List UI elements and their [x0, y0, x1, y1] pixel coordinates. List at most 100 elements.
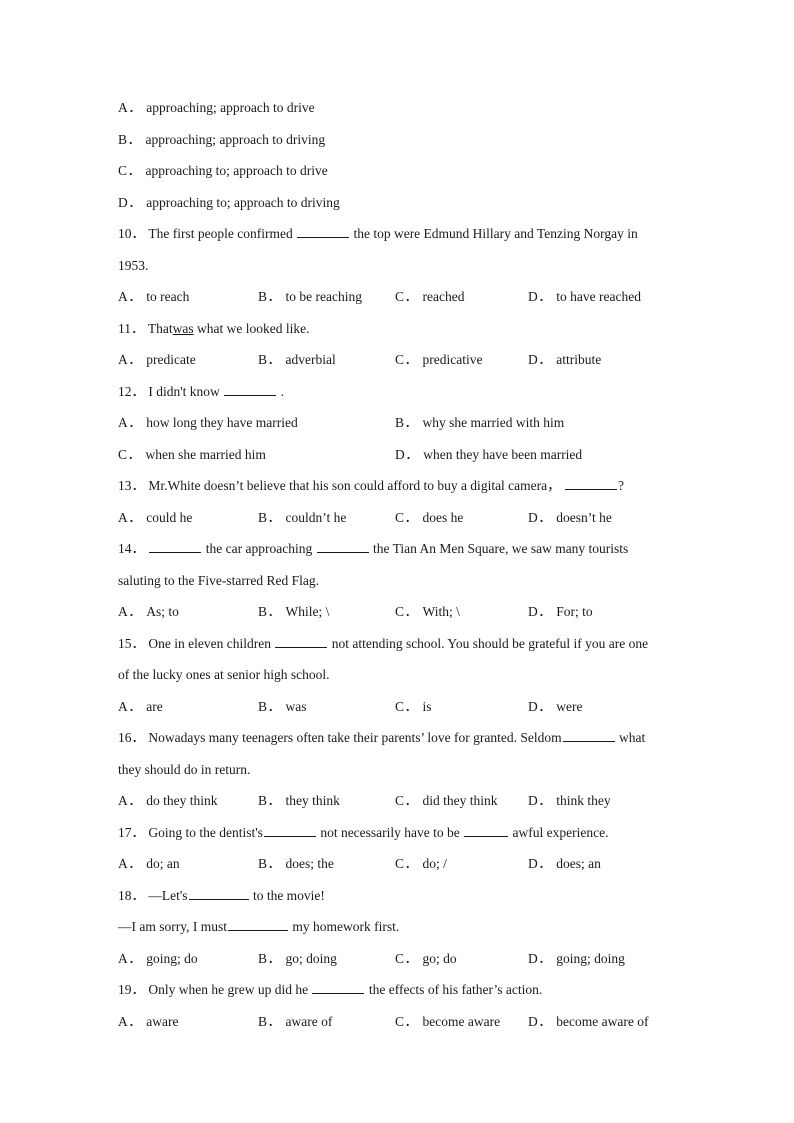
q17-option-b[interactable]: B． does; the: [258, 856, 395, 871]
q12-option-c-text: when she married him: [145, 446, 266, 462]
q14-option-d[interactable]: D． For; to: [528, 604, 593, 619]
q19-stem-before: Only when he grew up did he: [148, 982, 309, 997]
q15-option-d[interactable]: D． were: [528, 699, 582, 714]
q15-option-a[interactable]: A． are: [118, 699, 258, 714]
q18-option-a[interactable]: A． going; do: [118, 951, 258, 966]
q14-option-c[interactable]: C． With; \: [395, 604, 528, 619]
q13-stem-after: ?: [618, 478, 625, 493]
q19-option-c-marker: C．: [395, 1013, 419, 1029]
q13-blank-1[interactable]: [565, 478, 618, 490]
q11-option-c[interactable]: C． predicative: [395, 352, 528, 367]
q17-option-b-marker: B．: [258, 856, 282, 871]
q15-option-c[interactable]: C． is: [395, 699, 528, 714]
q10-option-c-text: reached: [422, 289, 465, 304]
q19-option-b[interactable]: B． aware of: [258, 1014, 395, 1029]
q16-option-b[interactable]: B． they think: [258, 793, 395, 808]
q14-option-a[interactable]: A． As; to: [118, 604, 258, 619]
q12-number: 12．: [118, 383, 145, 399]
q9-option-a[interactable]: A． approaching; approach to drive: [118, 100, 678, 115]
q19-options: A． aware B． aware of C． become aware D． become …: [118, 1014, 678, 1029]
q10-option-d[interactable]: D． to have reached: [528, 289, 641, 304]
q12-option-b-marker: B．: [395, 415, 419, 430]
q15-blank-1[interactable]: [275, 636, 328, 648]
q19-option-c[interactable]: C． become aware: [395, 1014, 528, 1029]
q17-option-d-marker: D．: [528, 856, 553, 871]
q15-stem-before: One in eleven children: [148, 635, 271, 651]
q12-option-d-marker: D．: [395, 446, 420, 462]
q18-blank-2[interactable]: [227, 919, 288, 931]
q16-option-a[interactable]: A． do they think: [118, 793, 258, 808]
q14-option-a-text: As; to: [146, 604, 179, 619]
q9-option-d-text: approaching to; approach to driving: [146, 194, 340, 210]
q13-option-c[interactable]: C． does he: [395, 510, 528, 525]
q18-stem-line2-after: my homework first.: [292, 919, 400, 934]
q13-option-d-marker: D．: [528, 509, 553, 525]
q16-stem-after: what: [618, 730, 646, 745]
q12-option-c[interactable]: C． when she married him: [118, 447, 395, 462]
q10-option-b[interactable]: B． to be reaching: [258, 289, 395, 304]
q14-blank-2[interactable]: [316, 541, 369, 553]
q13-option-d[interactable]: D． doesn’t he: [528, 510, 612, 525]
q16-number: 16．: [118, 730, 145, 745]
q12-stem: 12． I didn't know .: [118, 384, 678, 399]
q18-blank-1[interactable]: [188, 888, 249, 900]
q12-option-a[interactable]: A． how long they have married: [118, 415, 395, 430]
q17-option-a-text: do; an: [146, 856, 180, 871]
q19-option-a[interactable]: A． aware: [118, 1014, 258, 1029]
q9-option-c[interactable]: C． approaching to; approach to drive: [118, 163, 678, 178]
q12-option-b-text: why she married with him: [422, 415, 565, 430]
q16-option-a-text: do they think: [146, 793, 218, 808]
q15-option-b[interactable]: B． was: [258, 699, 395, 714]
q11-option-d[interactable]: D． attribute: [528, 352, 601, 367]
q17-option-c[interactable]: C． do; /: [395, 856, 528, 871]
q11-option-b[interactable]: B． adverbial: [258, 352, 395, 367]
q12-stem-after: .: [280, 383, 284, 399]
q12-blank-1[interactable]: [224, 384, 277, 396]
q17-option-a[interactable]: A． do; an: [118, 856, 258, 871]
q19-blank-1[interactable]: [312, 982, 365, 994]
q10-option-d-text: to have reached: [556, 289, 641, 304]
q17-blank-2[interactable]: [464, 825, 509, 837]
q16-option-b-text: they think: [285, 793, 340, 808]
q10-blank-1[interactable]: [297, 226, 350, 238]
q17-option-d[interactable]: D． does; an: [528, 856, 601, 871]
q17-number: 17．: [118, 824, 145, 840]
q10-option-c[interactable]: C． reached: [395, 289, 528, 304]
q17-blank-1[interactable]: [263, 825, 316, 837]
q9-option-d-marker: D．: [118, 194, 143, 210]
q13-option-b[interactable]: B． couldn’t he: [258, 510, 395, 525]
q13-options: A． could he B． couldn’t he C． does he D． doesn’…: [118, 510, 678, 525]
q18-option-c[interactable]: C． go; do: [395, 951, 528, 966]
q14-options: A． As; to B． While; \ C． With; \ D． For; to: [118, 604, 678, 619]
q10-option-a[interactable]: A． to reach: [118, 289, 258, 304]
q18-option-b[interactable]: B． go; doing: [258, 951, 395, 966]
q12-option-b[interactable]: B． why she married with him: [395, 415, 564, 430]
q16-option-a-marker: A．: [118, 793, 143, 808]
q18-stem-after: to the movie!: [252, 887, 325, 903]
q19-option-d[interactable]: D． become aware of: [528, 1014, 648, 1029]
q17-option-a-marker: A．: [118, 856, 143, 871]
q19-stem-after: the effects of his father’s action.: [368, 982, 543, 997]
q12-option-d[interactable]: D． when they have been married: [395, 447, 582, 462]
q11-stem-underlined: was: [172, 320, 194, 336]
q15-stem: 15． One in eleven children not attending…: [118, 636, 678, 651]
q11-options: A． predicate B． adverbial C． predicative D． att…: [118, 352, 678, 367]
q16-option-d[interactable]: D． think they: [528, 793, 611, 808]
q16-blank-1[interactable]: [562, 730, 615, 742]
q18-number: 18．: [118, 887, 145, 903]
q19-option-a-marker: A．: [118, 1013, 143, 1029]
q17-option-b-text: does; the: [285, 856, 334, 871]
q9-option-d[interactable]: D． approaching to; approach to driving: [118, 195, 678, 210]
q14-option-d-text: For; to: [556, 604, 593, 619]
q14-option-b[interactable]: B． While; \: [258, 604, 395, 619]
q11-option-c-text: predicative: [422, 352, 483, 367]
q11-stem-after: what we looked like.: [197, 320, 310, 336]
q14-blank-1[interactable]: [149, 541, 202, 553]
q9-option-b[interactable]: B． approaching; approach to driving: [118, 132, 678, 147]
q13-option-b-marker: B．: [258, 509, 282, 525]
q11-option-a[interactable]: A． predicate: [118, 352, 258, 367]
q16-option-c[interactable]: C． did they think: [395, 793, 528, 808]
q14-stem-line2: saluting to the Five-starred Red Flag.: [118, 572, 319, 588]
q13-option-a[interactable]: A． could he: [118, 510, 258, 525]
q18-option-d[interactable]: D． going; doing: [528, 951, 625, 966]
